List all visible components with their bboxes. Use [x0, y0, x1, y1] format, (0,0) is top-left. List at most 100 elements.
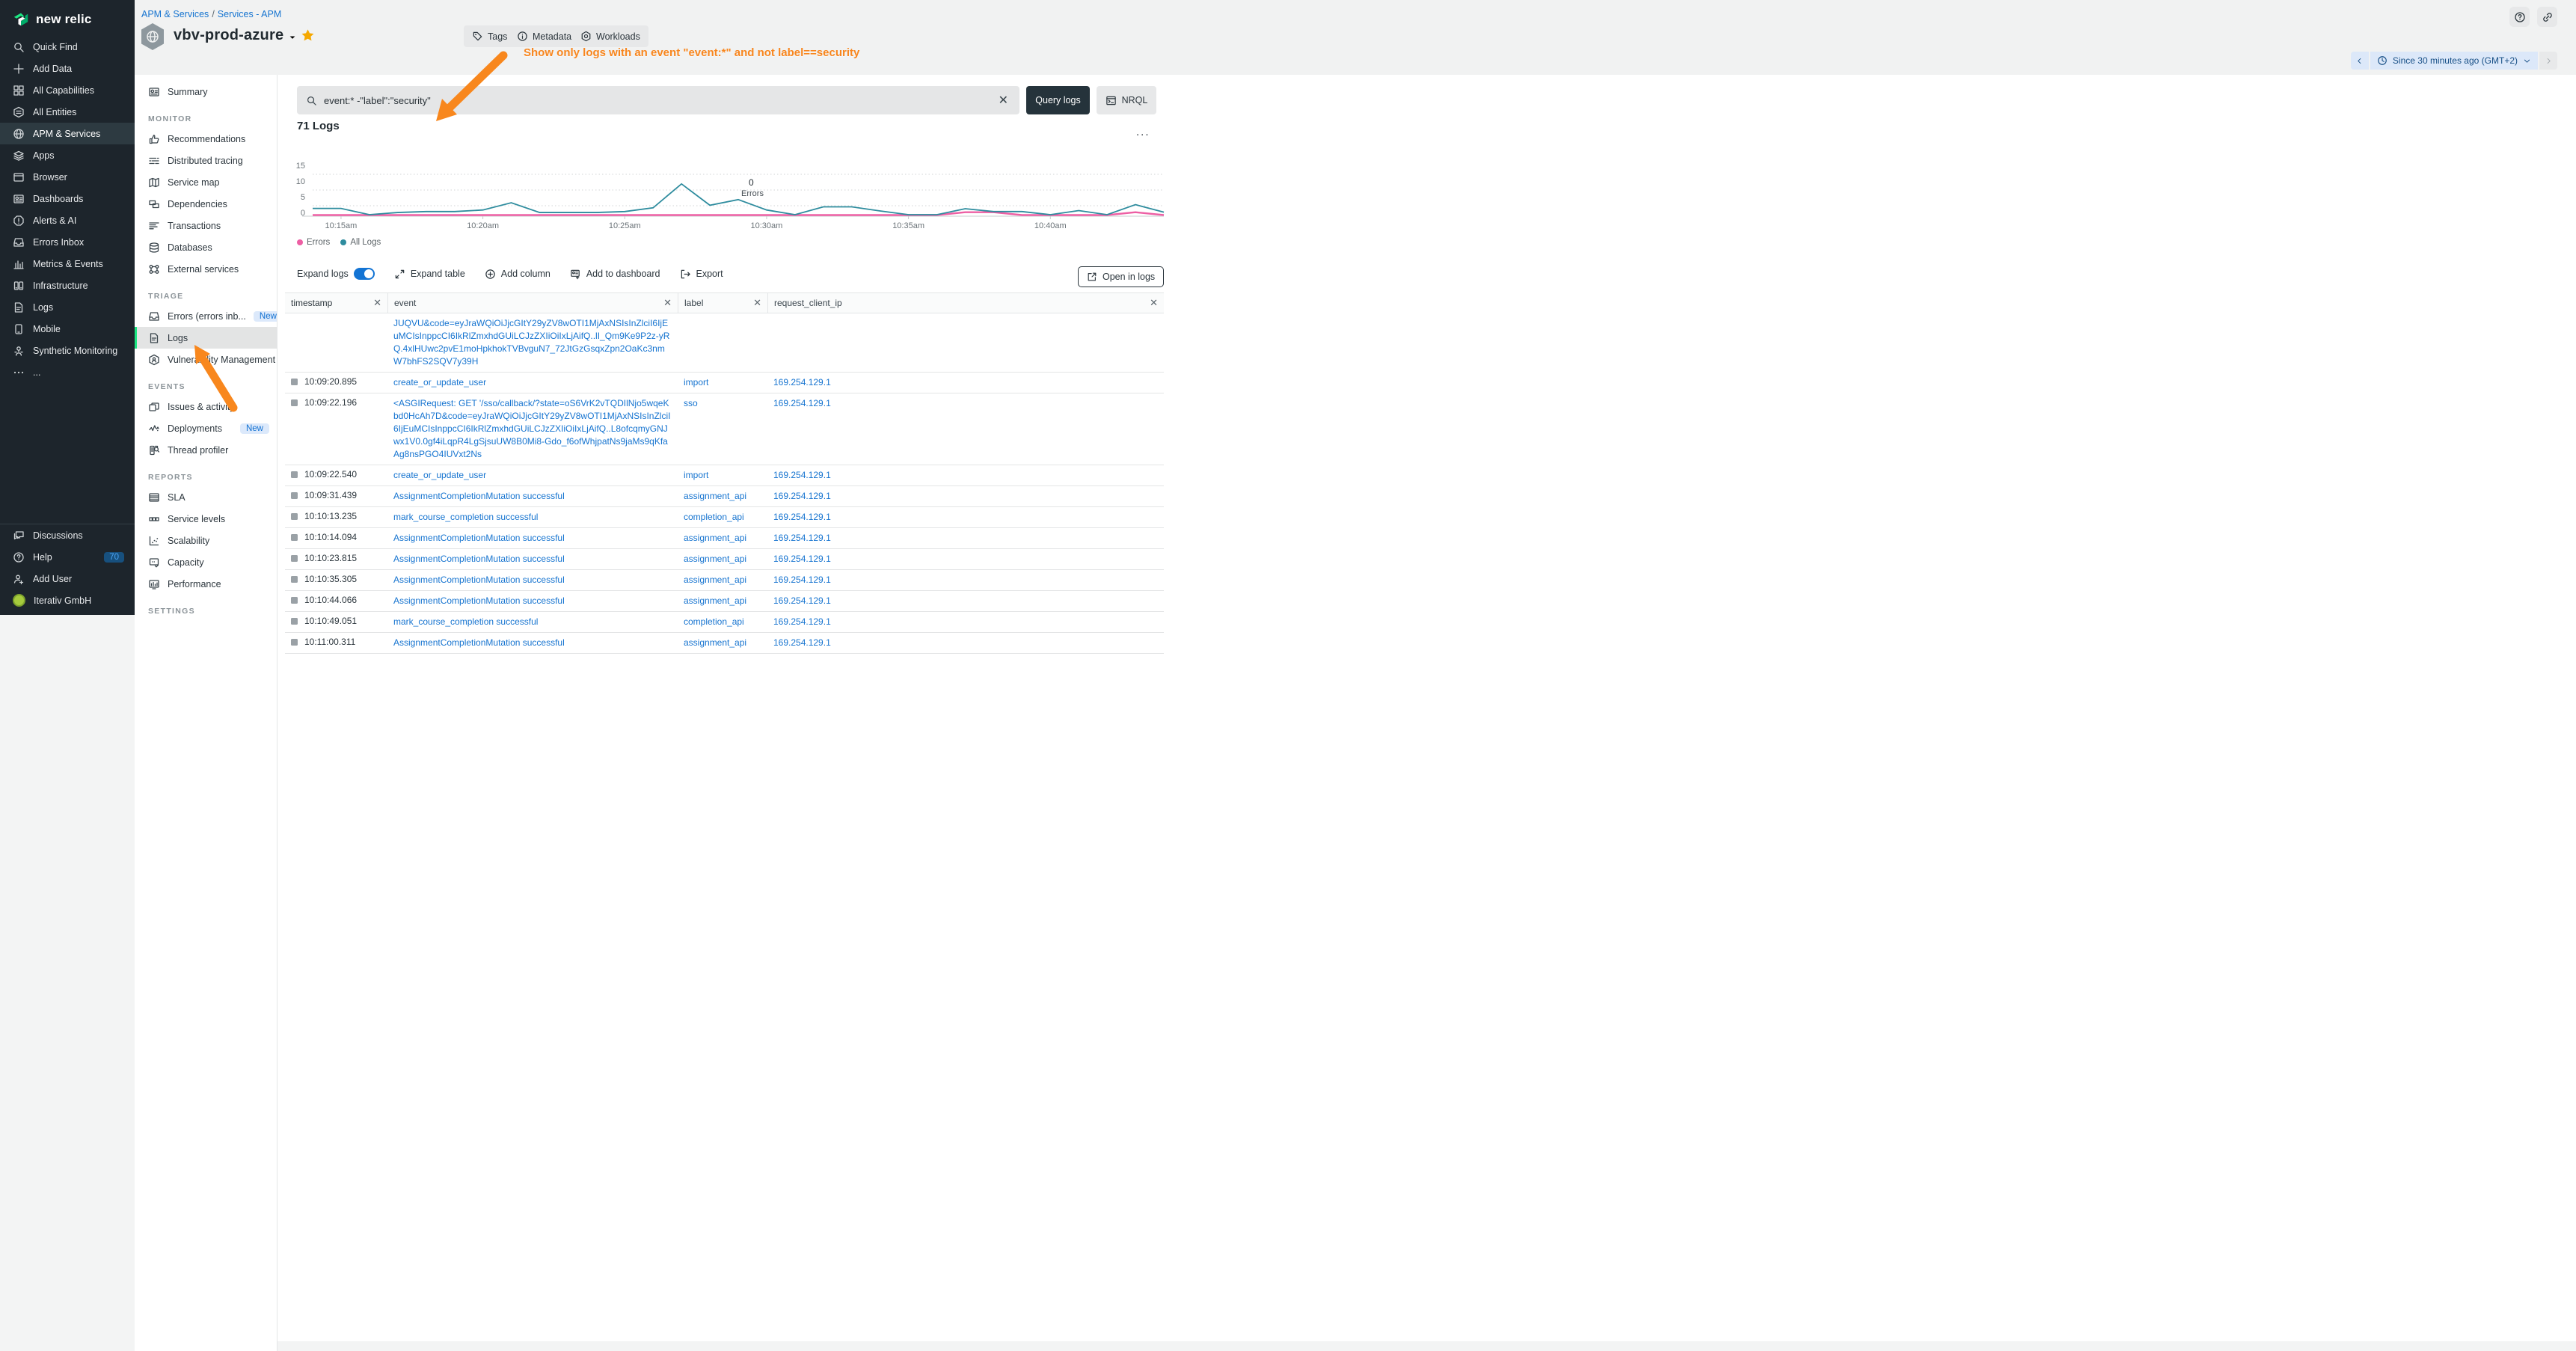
sidebar-item-add-data[interactable]: Add Data: [0, 58, 135, 79]
row-marker-square[interactable]: [291, 597, 298, 604]
table-row[interactable]: JUQVU&code=eyJraWQiOiJjcGItY29yZV8wOTI1M…: [285, 313, 1164, 373]
sidebar-footer-iterativ-gmbh[interactable]: Iterativ GmbH: [0, 589, 135, 611]
subnav-item-logs[interactable]: Logs: [135, 327, 277, 349]
subnav-item-recommendations[interactable]: Recommendations: [135, 128, 277, 150]
legend-errors[interactable]: Errors: [297, 238, 330, 247]
query-logs-button[interactable]: Query logs: [1026, 86, 1090, 114]
time-range-button[interactable]: Since 30 minutes ago (GMT+2): [2370, 52, 2538, 70]
row-event-link[interactable]: AssignmentCompletionMutation successful: [393, 490, 565, 503]
expand-logs-toggle[interactable]: Expand logs: [297, 268, 375, 280]
logs-timeseries-chart[interactable]: 15105010:15am10:20am10:25am10:30am10:35a…: [292, 150, 1167, 230]
sidebar-item-infrastructure[interactable]: Infrastructure: [0, 275, 135, 296]
favorite-star-icon[interactable]: [301, 28, 315, 43]
sidebar-item-dashboards[interactable]: Dashboards: [0, 188, 135, 209]
table-row[interactable]: 10:10:35.305AssignmentCompletionMutation…: [285, 570, 1164, 591]
row-event-link[interactable]: AssignmentCompletionMutation successful: [393, 637, 565, 649]
row-marker-square[interactable]: [291, 555, 298, 562]
help-button[interactable]: [2509, 7, 2530, 27]
table-row[interactable]: 10:11:00.311AssignmentCompletionMutation…: [285, 633, 1164, 654]
sidebar-item-all-capabilities[interactable]: All Capabilities: [0, 79, 135, 101]
row-ip-link[interactable]: 169.254.129.1: [773, 469, 831, 482]
sidebar-item-apps[interactable]: Apps: [0, 144, 135, 166]
row-event-link[interactable]: create_or_update_user: [393, 376, 486, 389]
sidebar-item-synthetic-monitoring[interactable]: Synthetic Monitoring: [0, 340, 135, 361]
row-event-link[interactable]: AssignmentCompletionMutation successful: [393, 553, 565, 566]
table-row[interactable]: 10:10:14.094AssignmentCompletionMutation…: [285, 528, 1164, 549]
sidebar-footer-help[interactable]: Help70: [0, 546, 135, 568]
sidebar-item-mobile[interactable]: Mobile: [0, 318, 135, 340]
add-column-button[interactable]: Add column: [485, 269, 551, 280]
row-event-link[interactable]: AssignmentCompletionMutation successful: [393, 532, 565, 545]
row-event-link[interactable]: create_or_update_user: [393, 469, 486, 482]
export-button[interactable]: Export: [680, 269, 723, 280]
workloads-button[interactable]: Workloads: [572, 25, 648, 47]
subnav-item-service-levels[interactable]: Service levels: [135, 508, 277, 530]
table-row[interactable]: 10:09:20.895create_or_update_userimport1…: [285, 373, 1164, 393]
sidebar-item-apm-services[interactable]: APM & Services: [0, 123, 135, 144]
expand-table-button[interactable]: Expand table: [394, 269, 465, 280]
row-marker-square[interactable]: [291, 576, 298, 583]
subnav-item-service-map[interactable]: Service map: [135, 171, 277, 193]
metadata-button[interactable]: Metadata: [509, 25, 580, 47]
subnav-item-dependencies[interactable]: Dependencies: [135, 193, 277, 215]
row-label-link[interactable]: assignment_api: [684, 595, 746, 607]
row-marker-square[interactable]: [291, 618, 298, 625]
subnav-item-databases[interactable]: Databases: [135, 236, 277, 258]
sidebar-item-[interactable]: ...: [0, 361, 135, 383]
time-forward-button[interactable]: [2539, 52, 2557, 70]
row-label-link[interactable]: import: [684, 376, 708, 389]
row-label-link[interactable]: assignment_api: [684, 532, 746, 545]
remove-request-client-ip-column-icon[interactable]: ✕: [1150, 297, 1158, 309]
row-ip-link[interactable]: 169.254.129.1: [773, 376, 831, 389]
tags-button[interactable]: Tags: [464, 25, 515, 47]
subnav-item-vulnerability-management[interactable]: Vulnerability Management: [135, 349, 277, 370]
row-event-link[interactable]: <ASGIRequest: GET '/sso/callback/?state=…: [393, 397, 672, 461]
log-query-input[interactable]: event:* -"label":"security": [324, 95, 990, 106]
row-ip-link[interactable]: 169.254.129.1: [773, 532, 831, 545]
entity-dropdown-chevron-icon[interactable]: [288, 33, 297, 42]
subnav-item-thread-profiler[interactable]: Thread profiler: [135, 439, 277, 461]
row-event-link[interactable]: AssignmentCompletionMutation successful: [393, 574, 565, 586]
row-ip-link[interactable]: 169.254.129.1: [773, 511, 831, 524]
row-ip-link[interactable]: 169.254.129.1: [773, 490, 831, 503]
breadcrumb-services-apm[interactable]: Services - APM: [218, 9, 281, 19]
sidebar-item-quick-find[interactable]: Quick Find: [0, 36, 135, 58]
row-marker-square[interactable]: [291, 379, 298, 385]
subnav-item-distributed-tracing[interactable]: Distributed tracing: [135, 150, 277, 171]
subnav-item-performance[interactable]: Performance: [135, 573, 277, 595]
row-marker-square[interactable]: [291, 399, 298, 406]
breadcrumb-apm-services[interactable]: APM & Services: [141, 9, 209, 19]
row-label-link[interactable]: assignment_api: [684, 637, 746, 649]
sidebar-footer-add-user[interactable]: Add User: [0, 568, 135, 589]
table-row[interactable]: 10:09:31.439AssignmentCompletionMutation…: [285, 486, 1164, 507]
row-marker-square[interactable]: [291, 492, 298, 499]
subnav-item-scalability[interactable]: Scalability: [135, 530, 277, 551]
subnav-item-deployments[interactable]: DeploymentsNew: [135, 417, 277, 439]
sidebar-item-alerts-ai[interactable]: Alerts & AI: [0, 209, 135, 231]
table-row[interactable]: 10:10:49.051mark_course_completion succe…: [285, 612, 1164, 633]
log-query-bar[interactable]: event:* -"label":"security" ✕: [297, 86, 1019, 114]
open-in-logs-button[interactable]: Open in logs: [1078, 266, 1164, 287]
sidebar-item-browser[interactable]: Browser: [0, 166, 135, 188]
row-marker-square[interactable]: [291, 471, 298, 478]
sidebar-footer-discussions[interactable]: Discussions: [0, 524, 135, 546]
row-label-link[interactable]: sso: [684, 397, 698, 410]
sidebar-item-errors-inbox[interactable]: Errors Inbox: [0, 231, 135, 253]
sidebar-item-logs[interactable]: Logs: [0, 296, 135, 318]
sidebar-item-metrics-events[interactable]: Metrics & Events: [0, 253, 135, 275]
row-ip-link[interactable]: 169.254.129.1: [773, 574, 831, 586]
remove-label-column-icon[interactable]: ✕: [753, 297, 761, 309]
row-ip-link[interactable]: 169.254.129.1: [773, 553, 831, 566]
row-event-link[interactable]: mark_course_completion successful: [393, 616, 538, 628]
row-ip-link[interactable]: 169.254.129.1: [773, 616, 831, 628]
table-row[interactable]: 10:09:22.540create_or_update_userimport1…: [285, 465, 1164, 486]
row-event-link[interactable]: JUQVU&code=eyJraWQiOiJjcGItY29yZV8wOTI1M…: [393, 317, 672, 368]
subnav-item-sla[interactable]: SLA: [135, 486, 277, 508]
row-ip-link[interactable]: 169.254.129.1: [773, 595, 831, 607]
row-label-link[interactable]: assignment_api: [684, 553, 746, 566]
panel-menu-icon[interactable]: ...: [1136, 126, 1150, 138]
legend-all-logs[interactable]: All Logs: [340, 238, 381, 247]
row-marker-square[interactable]: [291, 534, 298, 541]
row-ip-link[interactable]: 169.254.129.1: [773, 637, 831, 649]
subnav-item-summary[interactable]: Summary: [135, 81, 277, 102]
